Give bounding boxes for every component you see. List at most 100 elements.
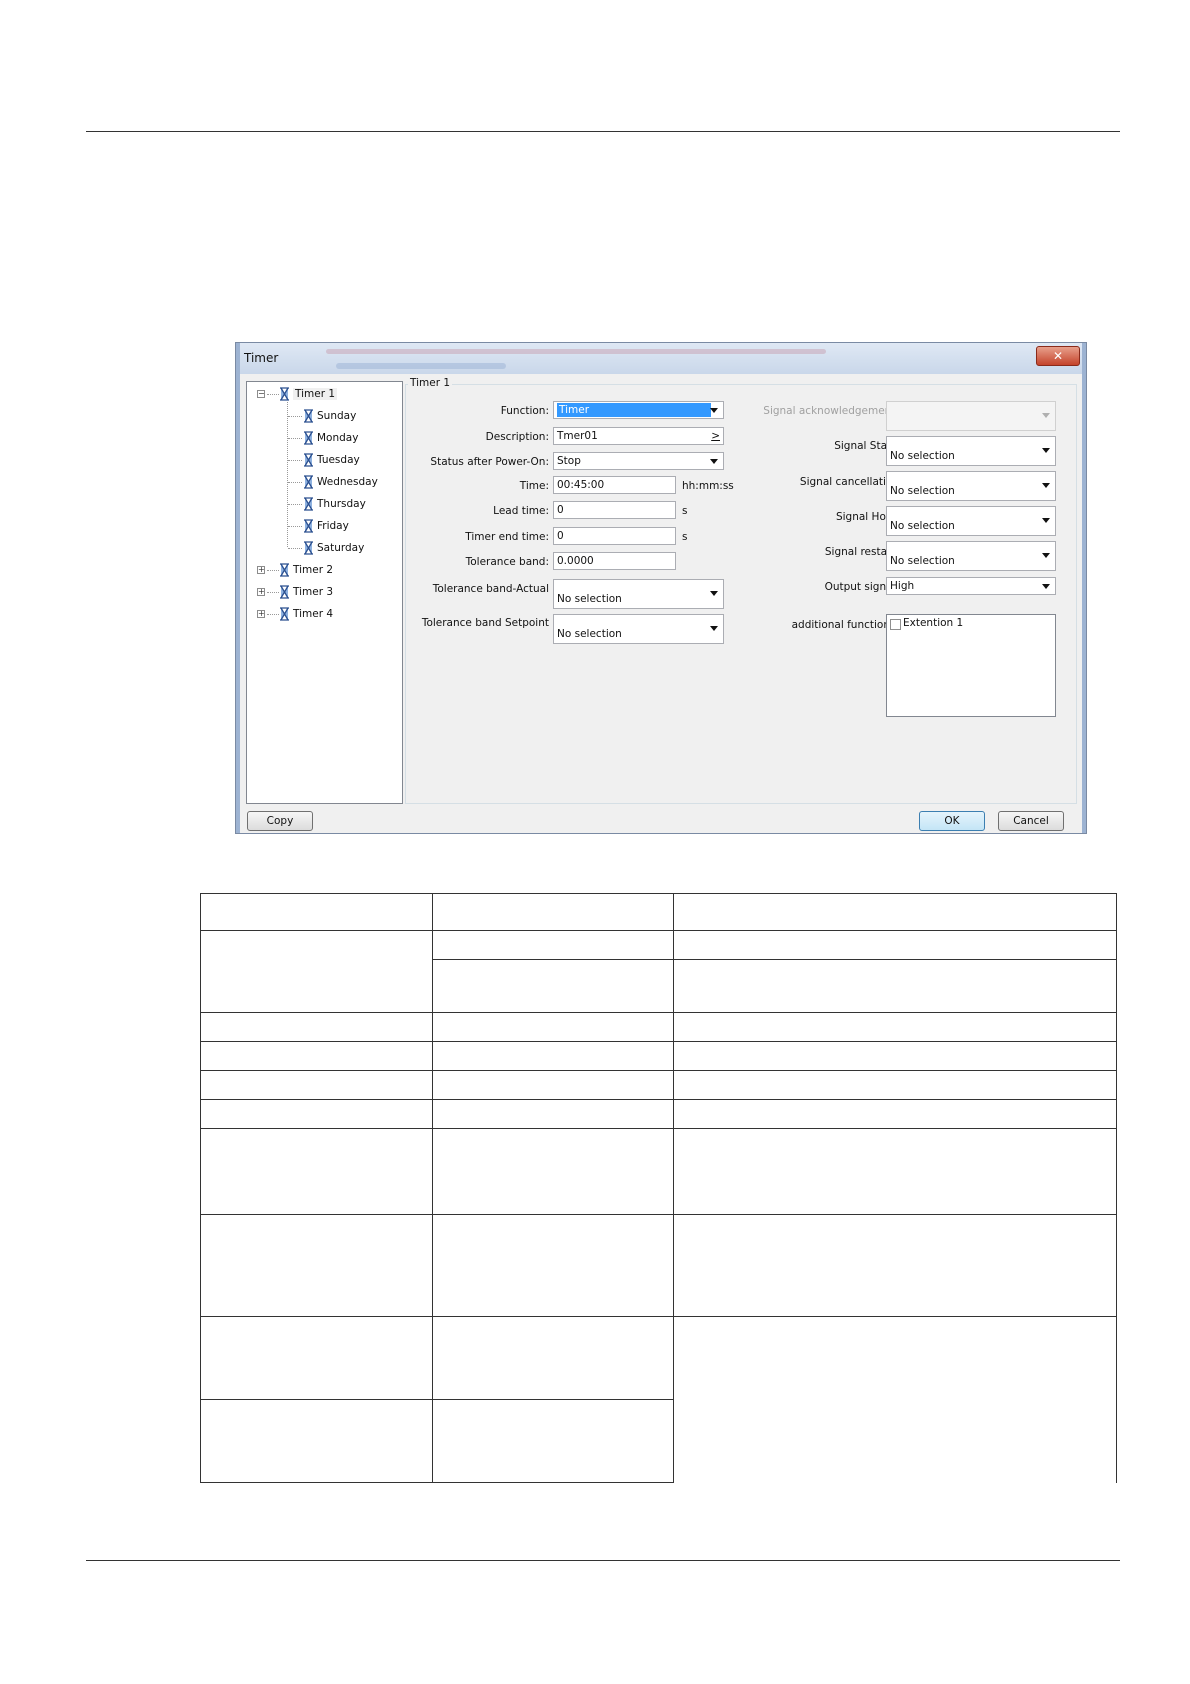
tree-item-timer-4[interactable]: Timer 4 [279,606,333,622]
function-select[interactable]: Timer [553,401,724,419]
output-signal-select[interactable]: High [886,577,1056,595]
tree-item-friday[interactable]: Friday [303,518,349,534]
table-cell [432,893,674,931]
tree-item-label: Monday [317,432,359,444]
table-row [200,1070,1117,1100]
tree-item-label: Wednesday [317,476,378,488]
background-blur [326,349,826,354]
timer-dialog: Timer ✕ − Timer 1 Sunday Monday Tuesday … [235,342,1087,834]
table-cell [200,930,433,1013]
timer-end-time-input[interactable]: 0 [553,527,676,545]
tree-item-label: Timer 3 [293,586,334,598]
tree-line [288,482,302,483]
tree-item-sunday[interactable]: Sunday [303,408,356,424]
tolerance-band-input[interactable]: 0.0000 [553,552,676,570]
dropdown-arrow-icon [1042,553,1050,558]
hourglass-icon [304,453,313,467]
lead-time-input[interactable]: 0 [553,501,676,519]
timer-end-time-unit: s [682,531,688,543]
tree-item-timer-3[interactable]: Timer 3 [279,584,333,600]
tree-item-label: Timer 4 [293,608,334,620]
hourglass-icon [280,585,289,599]
tree-line [288,548,302,549]
signal-hold-select[interactable]: No selection [886,506,1056,536]
tree-line [288,416,302,417]
table-cell [432,1316,674,1400]
table-cell [432,1128,674,1215]
footer-rule [86,1560,1120,1561]
table-cell [673,1214,1117,1317]
tolerance-band-actual-select[interactable]: No selection [553,579,724,609]
tree-item-wednesday[interactable]: Wednesday [303,474,378,490]
signal-restart-value: No selection [890,555,955,567]
dropdown-arrow-icon [710,459,718,464]
tree-item-label: Tuesday [317,454,360,466]
collapse-icon[interactable]: − [257,390,265,398]
time-label: Time: [519,480,549,492]
table-row [200,893,1117,931]
copy-button[interactable]: Copy [247,811,313,831]
signal-cancellation-select[interactable]: No selection [886,471,1056,501]
timer-tree[interactable]: − Timer 1 Sunday Monday Tuesday Wednesda… [246,381,403,804]
hourglass-icon [304,475,313,489]
tree-item-label: Timer 1 [293,388,338,400]
tree-item-timer-2[interactable]: Timer 2 [279,562,333,578]
table-cell [432,1399,674,1483]
table-cell [673,1012,1117,1042]
description-table [200,893,1117,1483]
tolerance-band-actual-value: No selection [557,593,622,605]
table-cell [432,1070,674,1100]
expand-icon[interactable]: + [257,610,265,618]
table-cell [673,1041,1117,1071]
tree-item-thursday[interactable]: Thursday [303,496,366,512]
expand-icon[interactable]: + [257,588,265,596]
table-cell [200,1070,433,1100]
dropdown-arrow-icon [710,408,718,413]
tolerance-band-setpoint-value: No selection [557,628,622,640]
dropdown-arrow-icon [710,591,718,596]
table-cell [200,1041,433,1071]
header-rule [86,131,1120,132]
table-cell [200,1128,433,1215]
title-bar: Timer ✕ [236,343,1086,374]
expand-icon[interactable]: + [257,566,265,574]
hourglass-icon [304,541,313,555]
window-frame-right [1082,343,1086,833]
tree-line [267,394,279,395]
tree-item-timer-1[interactable]: Timer 1 [279,386,338,402]
signal-restart-select[interactable]: No selection [886,541,1056,571]
table-cell [432,1041,674,1071]
table-cell [432,959,674,1013]
ok-button[interactable]: OK [919,811,985,831]
tolerance-band-setpoint-select[interactable]: No selection [553,614,724,644]
tree-item-saturday[interactable]: Saturday [303,540,364,556]
table-cell [200,1316,433,1400]
timer-end-time-label: Timer end time: [465,531,549,543]
signal-start-select[interactable]: No selection [886,436,1056,466]
additional-functions-list[interactable]: Extention 1 [886,614,1056,717]
output-signal-value: High [890,580,915,592]
dropdown-arrow-icon [1042,584,1050,589]
description-value: Tmer01 [557,430,598,442]
tree-item-label: Timer 2 [293,564,334,576]
table-cell [200,893,433,931]
extention-1-checkbox[interactable] [890,619,901,630]
tree-item-monday[interactable]: Monday [303,430,358,446]
tree-item-tuesday[interactable]: Tuesday [303,452,360,468]
hourglass-icon [304,497,313,511]
tolerance-band-actual-label: Tolerance band-Actual [432,583,549,595]
status-after-power-on-select[interactable]: Stop [553,452,724,470]
table-cell [432,1099,674,1129]
tolerance-band-setpoint-label: Tolerance band Setpoint [421,617,549,629]
table-row [200,1012,1117,1042]
tree-line [267,614,279,615]
table-row [200,1041,1117,1071]
table-row [200,930,1117,1013]
tree-line [267,592,279,593]
description-input[interactable]: Tmer01 > [553,427,724,445]
description-expand-button[interactable]: > [711,428,720,444]
time-input[interactable]: 00:45:00 [553,476,676,494]
cancel-button[interactable]: Cancel [998,811,1064,831]
close-button[interactable]: ✕ [1036,346,1080,366]
table-cell [673,1128,1117,1215]
